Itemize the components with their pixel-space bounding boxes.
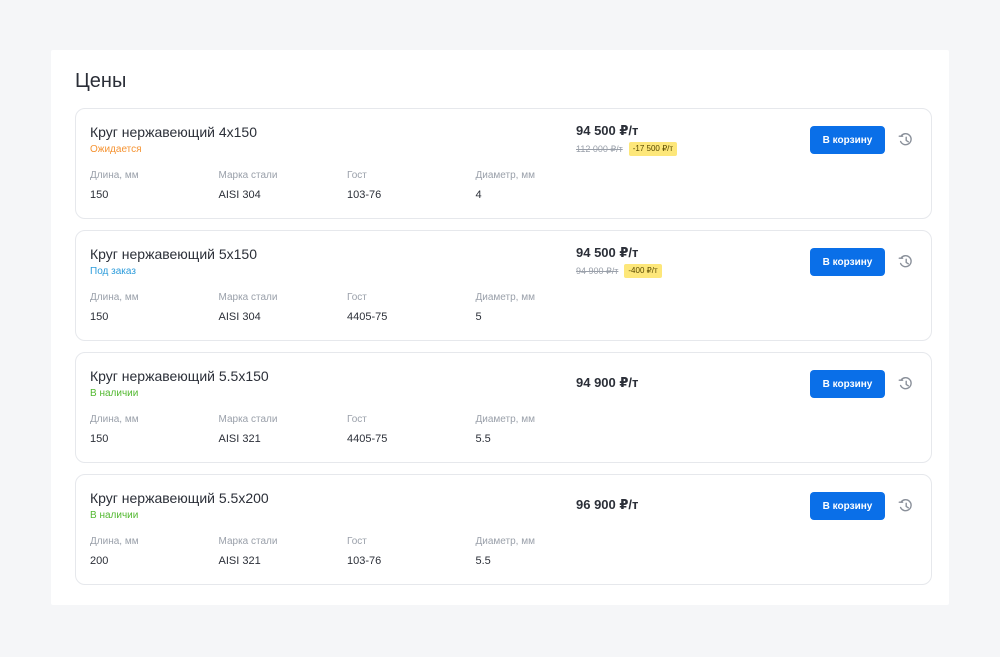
property-value: 5.5 [475,433,491,445]
current-price: 94 500 ₽/т [576,245,639,260]
property-value: 4 [475,189,482,201]
property-length: Длина, мм 150 [90,170,219,202]
current-price: 94 900 ₽/т [576,375,639,390]
property-value: 4405-75 [347,311,388,323]
discount-badge: -17 500 ₽/т [628,142,678,156]
property-label: Длина, мм [90,536,139,547]
property-diameter: Диаметр, мм 5.5 [476,536,605,568]
property-value: AISI 321 [218,555,261,567]
property-label: Марка стали [218,292,278,303]
property-value: 150 [90,189,109,201]
property-value: 150 [90,311,109,323]
price-block: 94 900 ₽/т [576,375,638,391]
property-steel-grade: Марка стали AISI 321 [219,536,348,568]
property-gost: Гост 4405-75 [347,414,476,446]
property-steel-grade: Марка стали AISI 321 [219,414,348,446]
property-gost: Гост 103-76 [347,536,476,568]
prices-panel: Цены Круг нержавеющий 4х150 Ожидается Дл… [51,50,949,605]
history-icon[interactable] [898,498,914,514]
product-properties: Длина, мм 150 Марка стали AISI 304 Гост … [90,292,604,324]
property-length: Длина, мм 200 [90,536,219,568]
property-length: Длина, мм 150 [90,414,219,446]
property-value: 103-76 [347,189,382,201]
property-steel-grade: Марка стали AISI 304 [219,170,348,202]
property-label: Марка стали [218,170,278,181]
property-label: Гост [347,292,367,303]
property-value: 4405-75 [347,433,388,445]
property-label: Диаметр, мм [475,170,535,181]
product-name[interactable]: Круг нержавеющий 5х150 [90,246,257,262]
availability-status: Ожидается [90,144,142,155]
property-label: Марка стали [218,414,278,425]
history-icon[interactable] [898,132,914,148]
property-value: AISI 304 [218,189,261,201]
product-list: Круг нержавеющий 4х150 Ожидается Длина, … [75,108,932,596]
availability-status: В наличии [90,388,139,399]
availability-status: Под заказ [90,266,136,277]
property-label: Гост [347,536,367,547]
product-card: Круг нержавеющий 4х150 Ожидается Длина, … [75,108,932,219]
current-price: 96 900 ₽/т [576,497,639,512]
property-label: Длина, мм [90,170,139,181]
page-title: Цены [75,70,127,92]
add-to-cart-button[interactable]: В корзину [810,126,885,154]
history-icon[interactable] [898,376,914,392]
availability-status: В наличии [90,510,139,521]
property-value: 5.5 [475,555,491,567]
property-gost: Гост 103-76 [347,170,476,202]
property-label: Длина, мм [90,414,139,425]
price-discount-row: 94 900 ₽/т -400 ₽/т [576,264,662,278]
property-diameter: Диаметр, мм 5.5 [476,414,605,446]
property-label: Диаметр, мм [475,414,535,425]
property-length: Длина, мм 150 [90,292,219,324]
price-block: 94 500 ₽/т 94 900 ₽/т -400 ₽/т [576,245,662,278]
property-value: AISI 304 [218,311,261,323]
property-value: AISI 321 [218,433,261,445]
property-value: 200 [90,555,109,567]
property-label: Гост [347,414,367,425]
add-to-cart-button[interactable]: В корзину [810,248,885,276]
add-to-cart-button[interactable]: В корзину [810,492,885,520]
product-name[interactable]: Круг нержавеющий 4х150 [90,124,257,140]
product-name[interactable]: Круг нержавеющий 5.5х150 [90,368,269,384]
old-price: 94 900 ₽/т [576,266,619,276]
property-label: Диаметр, мм [475,536,535,547]
product-properties: Длина, мм 150 Марка стали AISI 304 Гост … [90,170,604,202]
property-label: Длина, мм [90,292,139,303]
add-to-cart-button[interactable]: В корзину [810,370,885,398]
property-diameter: Диаметр, мм 5 [476,292,605,324]
product-card: Круг нержавеющий 5.5х150 В наличии Длина… [75,352,932,463]
price-block: 96 900 ₽/т [576,497,638,513]
product-properties: Длина, мм 150 Марка стали AISI 321 Гост … [90,414,604,446]
property-label: Гост [347,170,367,181]
property-gost: Гост 4405-75 [347,292,476,324]
property-value: 5 [475,311,482,323]
discount-badge: -400 ₽/т [624,264,662,278]
history-icon[interactable] [898,254,914,270]
property-label: Диаметр, мм [475,292,535,303]
old-price: 112 000 ₽/т [576,144,623,154]
property-steel-grade: Марка стали AISI 304 [219,292,348,324]
product-card: Круг нержавеющий 5.5х200 В наличии Длина… [75,474,932,585]
property-label: Марка стали [218,536,278,547]
price-block: 94 500 ₽/т 112 000 ₽/т -17 500 ₽/т [576,123,678,156]
product-name[interactable]: Круг нержавеющий 5.5х200 [90,490,269,506]
price-discount-row: 112 000 ₽/т -17 500 ₽/т [576,142,678,156]
current-price: 94 500 ₽/т [576,123,639,138]
product-properties: Длина, мм 200 Марка стали AISI 321 Гост … [90,536,604,568]
property-value: 103-76 [347,555,382,567]
property-diameter: Диаметр, мм 4 [476,170,605,202]
product-card: Круг нержавеющий 5х150 Под заказ Длина, … [75,230,932,341]
property-value: 150 [90,433,109,445]
